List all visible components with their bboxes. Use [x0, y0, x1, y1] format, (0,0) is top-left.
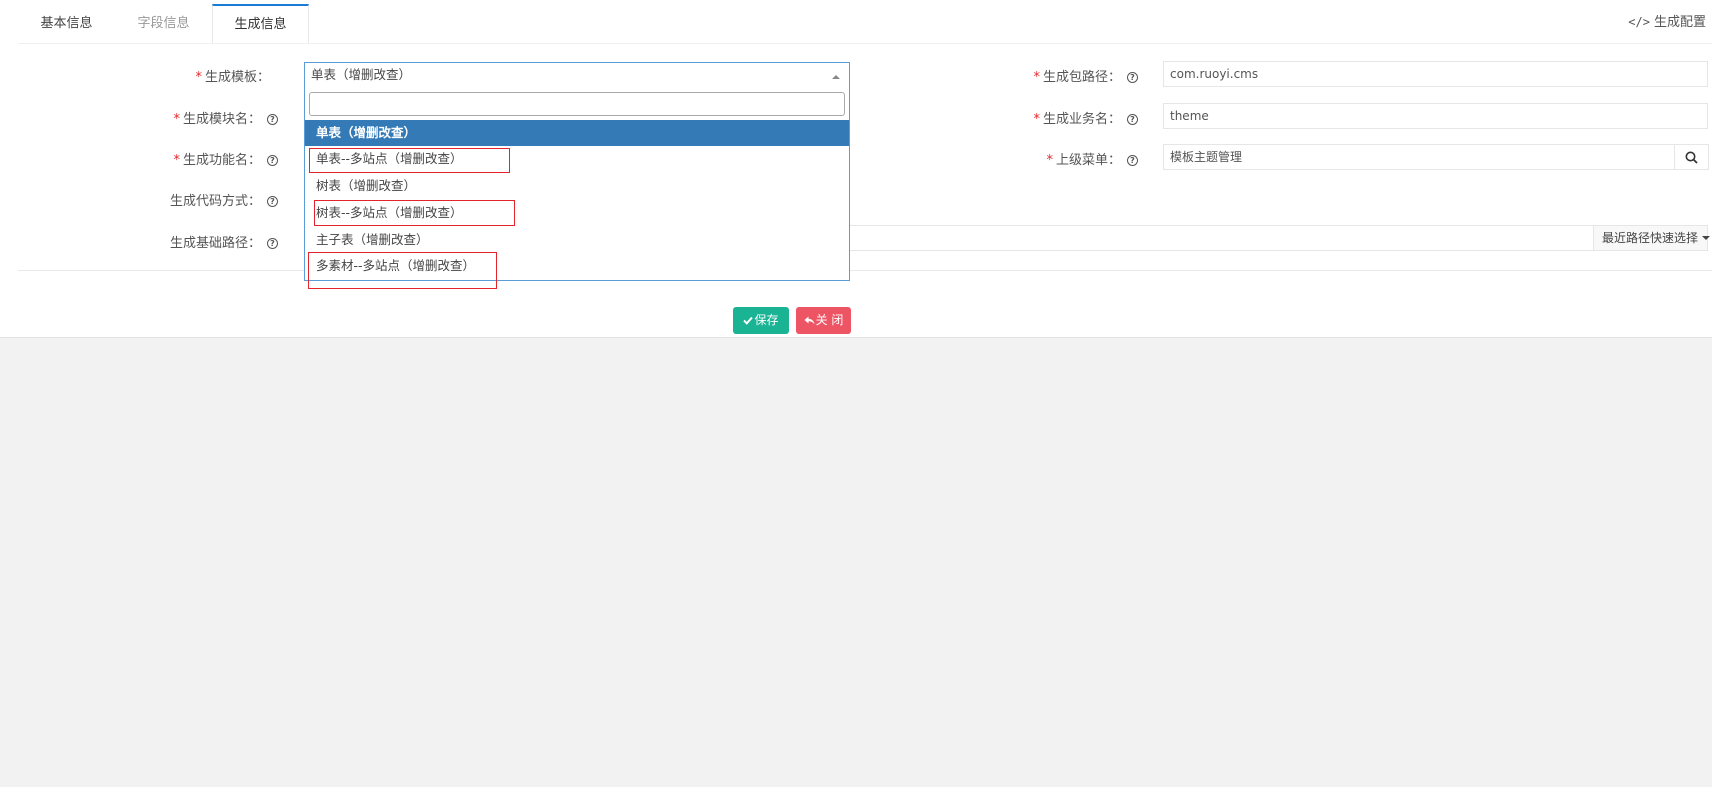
close-button[interactable]: 关 闭	[796, 307, 851, 334]
check-icon	[743, 316, 754, 325]
package-path-input[interactable]: com.ruoyi.cms	[1163, 61, 1708, 87]
parent-menu-input[interactable]: 模板主题管理	[1163, 144, 1675, 170]
template-dropdown: 单表（增删改查） 单表--多站点（增删改查） 树表（增删改查） 树表--多站点（…	[304, 89, 850, 281]
tab-gen-info[interactable]: 生成信息	[212, 4, 309, 44]
dropdown-option[interactable]: 树表（增删改查）	[305, 173, 849, 199]
save-button[interactable]: 保存	[733, 307, 789, 334]
help-icon[interactable]: ?	[267, 196, 278, 207]
search-icon	[1685, 151, 1698, 164]
parent-menu-label: * 上级菜单：?	[1000, 149, 1138, 168]
help-icon[interactable]: ?	[267, 238, 278, 249]
gen-config-label: 生成配置	[1653, 15, 1706, 30]
template-select[interactable]: 单表（增删改查）	[304, 62, 850, 90]
form-divider	[18, 270, 1712, 271]
dropdown-option[interactable]: 主子表（增删改查）	[305, 227, 849, 253]
dropdown-option[interactable]: 单表--多站点（增删改查）	[305, 146, 849, 172]
module-name-label: * 生成模块名：?	[150, 108, 278, 127]
dropdown-option[interactable]: 多素材--多站点（增删改查）	[305, 253, 849, 279]
tab-bar: 基本信息 字段信息 生成信息	[18, 4, 309, 44]
dropdown-search-input[interactable]	[309, 92, 845, 116]
function-name-label: * 生成功能名：?	[150, 149, 278, 168]
business-name-label: * 生成业务名：?	[1000, 108, 1138, 127]
help-icon[interactable]: ?	[267, 155, 278, 166]
form-panel: 基本信息 字段信息 生成信息 </> 生成配置 * 生成模板： * 生成模块名：? *…	[0, 0, 1712, 338]
dropdown-option[interactable]: 树表--多站点（增删改查）	[305, 200, 849, 226]
help-icon[interactable]: ?	[1127, 114, 1138, 125]
tab-field-info[interactable]: 字段信息	[115, 4, 212, 44]
template-label: * 生成模板：	[195, 70, 270, 85]
tab-divider	[18, 43, 1712, 44]
help-icon[interactable]: ?	[1127, 155, 1138, 166]
gen-type-label: 生成代码方式：?	[150, 190, 278, 209]
tab-basic-info[interactable]: 基本信息	[18, 4, 115, 44]
package-path-label: * 生成包路径：?	[1000, 66, 1138, 85]
caret-down-icon	[1702, 236, 1711, 240]
help-icon[interactable]: ?	[1127, 72, 1138, 83]
base-path-label: 生成基础路径：?	[150, 232, 278, 251]
reply-icon	[804, 316, 815, 325]
business-name-input[interactable]: theme	[1163, 103, 1708, 129]
help-icon[interactable]: ?	[267, 114, 278, 125]
search-button[interactable]	[1674, 144, 1709, 170]
chevron-up-icon	[832, 75, 840, 79]
dropdown-option[interactable]: 单表（增删改查）	[305, 120, 849, 146]
gen-config-link[interactable]: </> 生成配置	[1628, 11, 1706, 30]
code-icon: </>	[1628, 15, 1650, 29]
recent-path-dropdown[interactable]: 最近路径快速选择	[1593, 225, 1711, 251]
